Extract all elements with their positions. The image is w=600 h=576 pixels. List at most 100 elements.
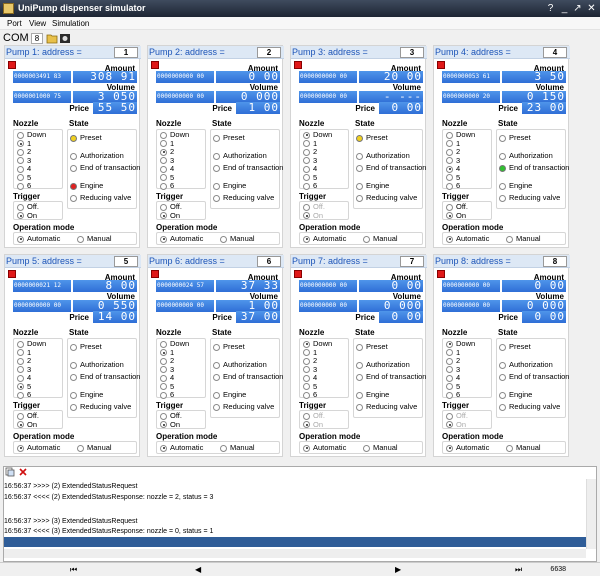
pump-stop-indicator[interactable]	[437, 270, 445, 278]
nozzle-radio[interactable]	[17, 391, 24, 399]
nozzle-radio[interactable]	[446, 165, 453, 173]
nozzle-radio[interactable]	[446, 340, 453, 348]
connect-icon[interactable]	[59, 33, 71, 44]
log-vertical-scrollbar[interactable]	[586, 479, 596, 549]
nozzle-option[interactable]: 6	[160, 181, 174, 190]
trigger-radio[interactable]	[303, 421, 310, 429]
trigger-option[interactable]: On	[17, 211, 37, 220]
nozzle-radio[interactable]	[160, 140, 167, 148]
com-port-select[interactable]: 8	[31, 33, 43, 44]
maximize-button[interactable]: ↗	[571, 2, 584, 15]
nozzle-radio[interactable]	[160, 349, 167, 357]
nozzle-radio[interactable]	[303, 140, 310, 148]
pump-stop-indicator[interactable]	[8, 270, 16, 278]
opmode-option[interactable]: Automatic	[160, 443, 203, 452]
opmode-radio[interactable]	[303, 444, 310, 452]
opmode-option[interactable]: Manual	[77, 234, 112, 243]
opmode-option[interactable]: Automatic	[17, 234, 60, 243]
trigger-option[interactable]: On	[17, 420, 37, 429]
pump-address-field[interactable]: 7	[400, 256, 424, 267]
nozzle-radio[interactable]	[160, 148, 167, 156]
copy-log-icon[interactable]	[5, 467, 15, 477]
trigger-radio[interactable]	[446, 203, 453, 211]
pump-stop-indicator[interactable]	[151, 270, 159, 278]
nozzle-radio[interactable]	[446, 349, 453, 357]
nozzle-radio[interactable]	[17, 140, 24, 148]
nozzle-radio[interactable]	[17, 174, 24, 182]
nozzle-radio[interactable]	[446, 131, 453, 139]
nozzle-radio[interactable]	[303, 374, 310, 382]
nozzle-radio[interactable]	[303, 357, 310, 365]
log-horizontal-scrollbar[interactable]	[4, 549, 586, 558]
opmode-radio[interactable]	[17, 444, 24, 452]
opmode-radio[interactable]	[77, 444, 84, 452]
trigger-radio[interactable]	[160, 421, 167, 429]
nozzle-radio[interactable]	[446, 357, 453, 365]
nozzle-radio[interactable]	[160, 340, 167, 348]
pump-address-field[interactable]: 5	[114, 256, 138, 267]
opmode-option[interactable]: Manual	[363, 443, 398, 452]
trigger-radio[interactable]	[160, 203, 167, 211]
nozzle-radio[interactable]	[303, 131, 310, 139]
trigger-option[interactable]: On	[446, 420, 466, 429]
nozzle-radio[interactable]	[446, 140, 453, 148]
nozzle-radio[interactable]	[17, 148, 24, 156]
pump-address-field[interactable]: 3	[400, 47, 424, 58]
pump-address-field[interactable]: 4	[543, 47, 567, 58]
trigger-radio[interactable]	[303, 203, 310, 211]
minimize-button[interactable]: _	[558, 2, 571, 15]
clear-log-icon[interactable]	[18, 467, 28, 477]
nozzle-radio[interactable]	[303, 366, 310, 374]
opmode-radio[interactable]	[160, 444, 167, 452]
trigger-radio[interactable]	[446, 212, 453, 220]
nozzle-radio[interactable]	[303, 148, 310, 156]
pump-address-field[interactable]: 1	[114, 47, 138, 58]
nozzle-radio[interactable]	[160, 131, 167, 139]
nozzle-radio[interactable]	[17, 383, 24, 391]
nozzle-radio[interactable]	[446, 148, 453, 156]
opmode-option[interactable]: Manual	[506, 234, 541, 243]
pump-stop-indicator[interactable]	[151, 61, 159, 69]
nozzle-option[interactable]: 6	[160, 390, 174, 399]
nozzle-radio[interactable]	[303, 340, 310, 348]
trigger-radio[interactable]	[17, 421, 24, 429]
nav-last-button[interactable]: ⏭	[515, 565, 522, 575]
opmode-radio[interactable]	[77, 235, 84, 243]
nozzle-radio[interactable]	[303, 391, 310, 399]
trigger-option[interactable]: On	[303, 211, 323, 220]
log-selected-row[interactable]	[4, 537, 586, 547]
nozzle-radio[interactable]	[446, 366, 453, 374]
log-line[interactable]: 16:56:37 <<<< (3) ExtendedStatusResponse…	[4, 528, 213, 535]
pump-stop-indicator[interactable]	[294, 270, 302, 278]
nozzle-radio[interactable]	[446, 391, 453, 399]
opmode-radio[interactable]	[220, 444, 227, 452]
nozzle-radio[interactable]	[160, 182, 167, 190]
pump-stop-indicator[interactable]	[437, 61, 445, 69]
nozzle-radio[interactable]	[160, 391, 167, 399]
nozzle-radio[interactable]	[17, 157, 24, 165]
nozzle-radio[interactable]	[160, 157, 167, 165]
nozzle-radio[interactable]	[303, 174, 310, 182]
nozzle-option[interactable]: 6	[303, 181, 317, 190]
opmode-radio[interactable]	[363, 235, 370, 243]
trigger-radio[interactable]	[17, 412, 24, 420]
nozzle-radio[interactable]	[160, 374, 167, 382]
nozzle-radio[interactable]	[303, 349, 310, 357]
nozzle-radio[interactable]	[303, 383, 310, 391]
log-line[interactable]: 16:56:37 >>>> (3) ExtendedStatusRequest	[4, 518, 138, 525]
nozzle-radio[interactable]	[303, 182, 310, 190]
nozzle-radio[interactable]	[160, 165, 167, 173]
nozzle-radio[interactable]	[17, 131, 24, 139]
nozzle-option[interactable]: 6	[446, 181, 460, 190]
nav-first-button[interactable]: ⏮	[70, 565, 77, 575]
nozzle-radio[interactable]	[17, 374, 24, 382]
opmode-radio[interactable]	[446, 235, 453, 243]
nozzle-radio[interactable]	[446, 182, 453, 190]
trigger-option[interactable]: On	[303, 420, 323, 429]
opmode-option[interactable]: Automatic	[446, 234, 489, 243]
trigger-radio[interactable]	[303, 412, 310, 420]
nozzle-radio[interactable]	[303, 165, 310, 173]
pump-stop-indicator[interactable]	[294, 61, 302, 69]
close-button[interactable]: ✕	[585, 2, 598, 15]
opmode-option[interactable]: Manual	[363, 234, 398, 243]
